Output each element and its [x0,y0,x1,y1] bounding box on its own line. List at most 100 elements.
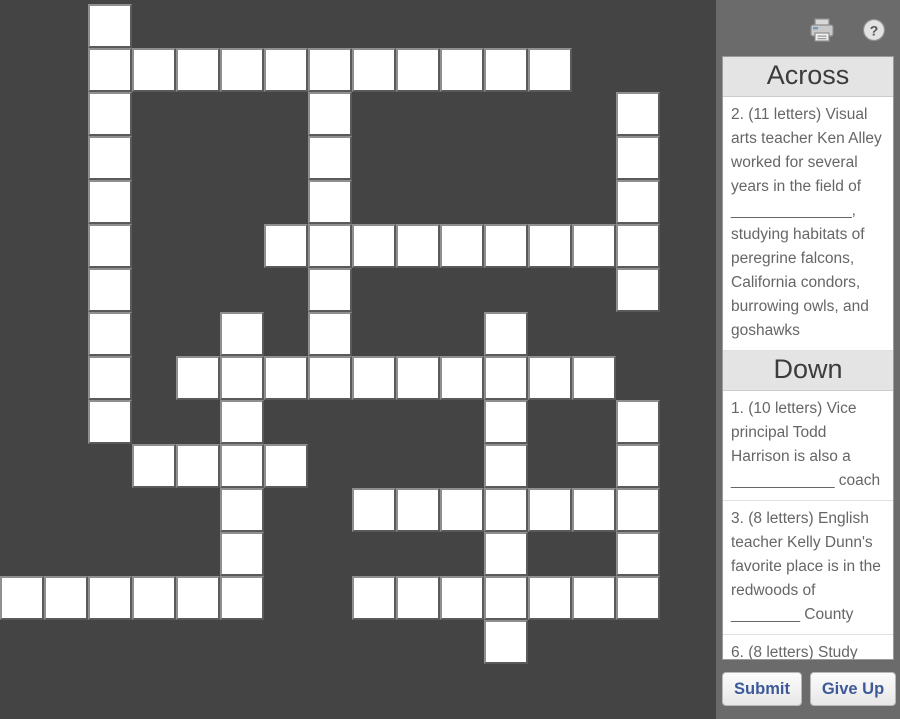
crossword-cell[interactable] [220,400,264,444]
crossword-cell[interactable] [220,532,264,576]
across-clue-list[interactable]: 2. (11 letters) Visual arts teacher Ken … [723,97,893,351]
crossword-cell[interactable] [176,356,220,400]
crossword-cell[interactable] [572,488,616,532]
crossword-cell[interactable] [0,576,44,620]
crossword-cell[interactable] [88,576,132,620]
crossword-cell[interactable] [528,224,572,268]
crossword-cell[interactable] [264,356,308,400]
crossword-cell[interactable] [396,576,440,620]
crossword-cell[interactable] [616,488,660,532]
crossword-cell[interactable] [352,576,396,620]
crossword-cell[interactable] [396,356,440,400]
print-icon[interactable] [808,16,836,44]
crossword-cell[interactable] [88,224,132,268]
crossword-cell[interactable] [440,48,484,92]
crossword-cell[interactable] [308,180,352,224]
crossword-cell[interactable] [396,48,440,92]
down-section-header: Down [723,351,893,391]
crossword-cell[interactable] [572,224,616,268]
crossword-cell[interactable] [176,576,220,620]
clue-item-down-6[interactable]: 6. (8 letters) Study [723,635,893,659]
crossword-cell[interactable] [308,312,352,356]
clue-item-down-1[interactable]: 1. (10 letters) Vice principal Todd Harr… [723,391,893,501]
crossword-cell[interactable] [616,92,660,136]
crossword-cell[interactable] [484,576,528,620]
crossword-cell[interactable] [88,356,132,400]
crossword-cell[interactable] [132,48,176,92]
crossword-cell[interactable] [528,48,572,92]
help-icon[interactable]: ? [860,16,888,44]
crossword-cell[interactable] [88,400,132,444]
crossword-cell[interactable] [132,444,176,488]
clue-item-down-3[interactable]: 3. (8 letters) English teacher Kelly Dun… [723,501,893,635]
crossword-cell[interactable] [528,576,572,620]
crossword-cell[interactable] [616,136,660,180]
crossword-cell[interactable] [396,224,440,268]
crossword-cell[interactable] [88,312,132,356]
crossword-cell[interactable] [352,224,396,268]
crossword-cell[interactable] [308,48,352,92]
crossword-cell[interactable] [484,48,528,92]
crossword-cell[interactable] [616,444,660,488]
crossword-cell[interactable] [484,224,528,268]
crossword-cell[interactable] [528,356,572,400]
crossword-cell[interactable] [616,180,660,224]
crossword-cell[interactable] [44,576,88,620]
crossword-cell[interactable] [264,444,308,488]
crossword-cell[interactable] [616,400,660,444]
crossword-cell[interactable] [220,312,264,356]
crossword-cell[interactable] [264,224,308,268]
crossword-cell[interactable] [572,576,616,620]
crossword-app: ? Across 2. (11 letters) Visual arts tea… [0,0,900,719]
crossword-cell[interactable] [484,312,528,356]
crossword-cell[interactable] [440,356,484,400]
submit-button[interactable]: Submit [722,672,802,706]
crossword-cell[interactable] [616,224,660,268]
crossword-cell[interactable] [88,92,132,136]
crossword-cell[interactable] [176,48,220,92]
crossword-cell[interactable] [484,620,528,664]
crossword-cell[interactable] [308,136,352,180]
crossword-cell[interactable] [440,224,484,268]
crossword-cell[interactable] [132,576,176,620]
crossword-cell[interactable] [616,576,660,620]
crossword-grid[interactable] [0,4,716,704]
crossword-cell[interactable] [88,4,132,48]
crossword-cell[interactable] [616,532,660,576]
crossword-cell[interactable] [352,356,396,400]
crossword-cell[interactable] [528,488,572,532]
crossword-cell[interactable] [264,48,308,92]
crossword-cell[interactable] [616,268,660,312]
crossword-cell[interactable] [308,356,352,400]
crossword-board[interactable] [0,0,716,719]
crossword-cell[interactable] [484,400,528,444]
crossword-cell[interactable] [220,576,264,620]
crossword-cell[interactable] [220,356,264,400]
crossword-cell[interactable] [484,444,528,488]
crossword-cell[interactable] [220,48,264,92]
crossword-cell[interactable] [308,92,352,136]
crossword-cell[interactable] [88,268,132,312]
crossword-cell[interactable] [572,356,616,400]
crossword-cell[interactable] [308,224,352,268]
crossword-cell[interactable] [88,180,132,224]
crossword-cell[interactable] [88,136,132,180]
give-up-button[interactable]: Give Up [810,672,896,706]
crossword-cell[interactable] [440,576,484,620]
clue-item-across-2[interactable]: 2. (11 letters) Visual arts teacher Ken … [723,97,893,351]
crossword-cell[interactable] [88,48,132,92]
crossword-cell[interactable] [308,268,352,312]
crossword-cell[interactable] [220,488,264,532]
crossword-cell[interactable] [396,488,440,532]
crossword-cell[interactable] [440,488,484,532]
crossword-cell[interactable] [220,444,264,488]
crossword-cell[interactable] [176,444,220,488]
crossword-cell[interactable] [352,488,396,532]
crossword-cell[interactable] [484,532,528,576]
clue-panel[interactable]: Across 2. (11 letters) Visual arts teach… [722,56,894,660]
crossword-cell[interactable] [352,48,396,92]
button-bar: Submit Give Up [716,660,900,719]
down-clue-list[interactable]: 1. (10 letters) Vice principal Todd Harr… [723,391,893,659]
crossword-cell[interactable] [484,356,528,400]
crossword-cell[interactable] [484,488,528,532]
